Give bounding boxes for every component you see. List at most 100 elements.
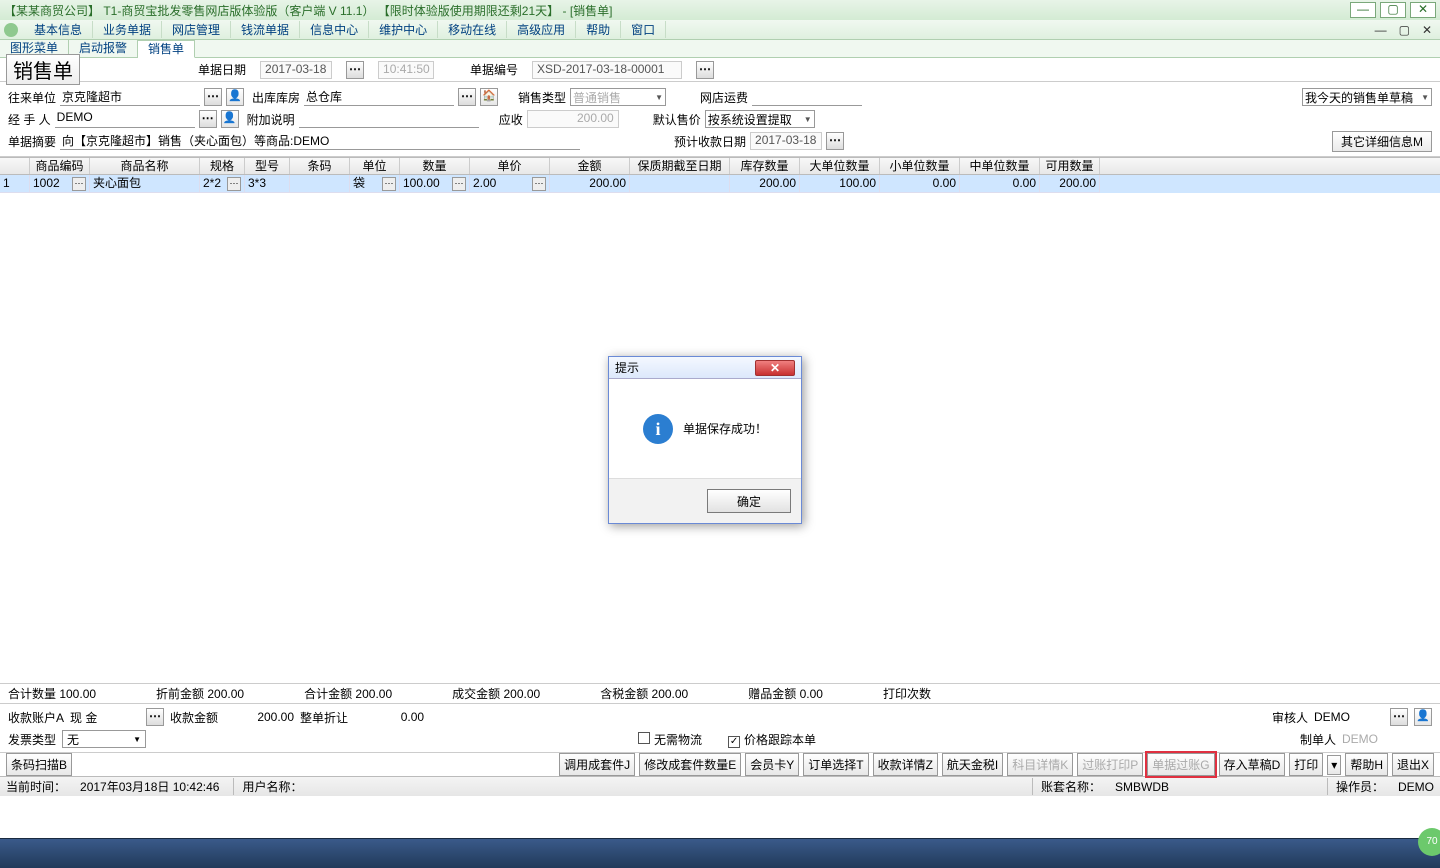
save-draft-button[interactable]: 存入草稿D: [1219, 753, 1286, 776]
tax-button[interactable]: 航天金税I: [942, 753, 1003, 776]
expectdate-picker-button[interactable]: ⋯: [826, 132, 844, 150]
price-track-checkbox[interactable]: ✓价格跟踪本单: [728, 731, 816, 748]
menu-biz-docs[interactable]: 业务单据: [93, 21, 162, 38]
cell-price[interactable]: 2.00⋯: [470, 175, 550, 193]
payamt-field[interactable]: 200.00: [224, 710, 294, 724]
col-code[interactable]: 商品编码: [30, 158, 90, 174]
warehouse-lookup-button[interactable]: ⋯: [458, 88, 476, 106]
window-maximize-button[interactable]: ▢: [1380, 2, 1406, 18]
my-drafts-combo[interactable]: 我今天的销售单草稿▼: [1302, 88, 1432, 106]
cell-barcode[interactable]: [290, 175, 350, 193]
cell-model[interactable]: 3*3: [245, 175, 290, 193]
customer-lookup-button[interactable]: ⋯: [204, 88, 222, 106]
menu-maintain[interactable]: 维护中心: [369, 21, 438, 38]
doc-no-picker-button[interactable]: ⋯: [696, 61, 714, 79]
spec-lookup-icon[interactable]: ⋯: [227, 177, 241, 191]
saletype-combo[interactable]: 普通销售▼: [570, 88, 666, 106]
dialog-ok-button[interactable]: 确定: [707, 489, 791, 513]
cell-amount[interactable]: 200.00: [550, 175, 630, 193]
doc-no-field[interactable]: XSD-2017-03-18-00001: [532, 61, 682, 79]
col-expiry[interactable]: 保质期截至日期: [630, 158, 730, 174]
os-taskbar[interactable]: [0, 838, 1440, 868]
account-field[interactable]: 现 金: [70, 709, 140, 726]
cell-unit[interactable]: 袋⋯: [350, 175, 400, 193]
menu-advanced[interactable]: 高级应用: [507, 21, 576, 38]
menu-info-center[interactable]: 信息中心: [300, 21, 369, 38]
auditor-detail-icon[interactable]: 👤: [1414, 708, 1432, 726]
menu-shop[interactable]: 网店管理: [162, 21, 231, 38]
other-detail-button[interactable]: 其它详细信息M: [1332, 131, 1432, 152]
code-lookup-icon[interactable]: ⋯: [72, 177, 86, 191]
print-dropdown-button[interactable]: ▾: [1327, 755, 1341, 775]
menu-cashflow[interactable]: 钱流单据: [231, 21, 300, 38]
menu-basic-info[interactable]: 基本信息: [24, 21, 93, 38]
use-kit-button[interactable]: 调用成套件J: [559, 753, 635, 776]
col-amount[interactable]: 金额: [550, 158, 630, 174]
col-avail[interactable]: 可用数量: [1040, 158, 1100, 174]
window-close-button[interactable]: ✕: [1410, 2, 1436, 18]
tab-sales-order[interactable]: 销售单: [138, 40, 195, 58]
customer-field[interactable]: 京克隆超市: [60, 88, 200, 106]
col-stock[interactable]: 库存数量: [730, 158, 800, 174]
post-doc-button: 单据过账G: [1147, 753, 1214, 776]
dialog-close-button[interactable]: ✕: [755, 360, 795, 376]
auditor-lookup-button[interactable]: ⋯: [1390, 708, 1408, 726]
warehouse-detail-icon[interactable]: 🏠: [480, 88, 498, 106]
col-name[interactable]: 商品名称: [90, 158, 200, 174]
edit-kit-qty-button[interactable]: 修改成套件数量E: [639, 753, 741, 776]
help-button[interactable]: 帮助H: [1345, 753, 1388, 776]
pay-detail-button[interactable]: 收款详情Z: [873, 753, 938, 776]
col-barcode[interactable]: 条码: [290, 158, 350, 174]
customer-detail-icon[interactable]: 👤: [226, 88, 244, 106]
menu-help[interactable]: 帮助: [576, 21, 621, 38]
menu-window[interactable]: 窗口: [621, 21, 666, 38]
warehouse-field[interactable]: 总仓库: [304, 88, 454, 106]
note-label: 附加说明: [247, 111, 295, 128]
grid-row[interactable]: 1 1002⋯ 夹心面包 2*2⋯ 3*3 袋⋯ 100.00⋯ 2.00⋯ 2…: [0, 175, 1440, 193]
print-button[interactable]: 打印: [1289, 753, 1323, 776]
handler-lookup-button[interactable]: ⋯: [199, 110, 217, 128]
no-logistics-checkbox[interactable]: 无需物流: [638, 731, 702, 748]
auditor-field[interactable]: DEMO: [1314, 710, 1384, 724]
menu-mobile[interactable]: 移动在线: [438, 21, 507, 38]
cell-name[interactable]: 夹心面包: [90, 175, 200, 193]
discount-field[interactable]: 0.00: [354, 710, 424, 724]
window-minimize-button[interactable]: —: [1350, 2, 1376, 18]
col-midunit[interactable]: 中单位数量: [960, 158, 1040, 174]
col-unit[interactable]: 单位: [350, 158, 400, 174]
note-field[interactable]: [299, 110, 479, 128]
cell-spec[interactable]: 2*2⋯: [200, 175, 245, 193]
notification-badge[interactable]: 70: [1418, 828, 1440, 856]
shipfee-field[interactable]: [752, 88, 862, 106]
doc-date-picker-button[interactable]: ⋯: [346, 61, 364, 79]
col-qty[interactable]: 数量: [400, 158, 470, 174]
account-lookup-button[interactable]: ⋯: [146, 708, 164, 726]
expectdate-field[interactable]: 2017-03-18: [750, 132, 822, 150]
col-model[interactable]: 型号: [245, 158, 290, 174]
col-bigunit[interactable]: 大单位数量: [800, 158, 880, 174]
defprice-combo[interactable]: 按系统设置提取▼: [705, 110, 815, 128]
cell-expiry[interactable]: [630, 175, 730, 193]
mdi-minimize-button[interactable]: —: [1371, 23, 1391, 37]
handler-detail-icon[interactable]: 👤: [221, 110, 239, 128]
exit-button[interactable]: 退出X: [1392, 753, 1434, 776]
order-select-button[interactable]: 订单选择T: [803, 753, 868, 776]
handler-field[interactable]: DEMO: [55, 110, 195, 128]
col-price[interactable]: 单价: [470, 158, 550, 174]
col-spec[interactable]: 规格: [200, 158, 245, 174]
cell-qty[interactable]: 100.00⋯: [400, 175, 470, 193]
summary-field[interactable]: 向【京克隆超市】销售（夹心面包）等商品:DEMO: [60, 132, 580, 150]
mdi-close-button[interactable]: ✕: [1418, 23, 1436, 37]
invoice-combo[interactable]: 无▼: [62, 730, 146, 748]
col-index[interactable]: [0, 158, 30, 174]
handler-label: 经 手 人: [8, 111, 51, 128]
cell-code[interactable]: 1002⋯: [30, 175, 90, 193]
barcode-scan-button[interactable]: 条码扫描B: [6, 753, 72, 776]
unit-lookup-icon[interactable]: ⋯: [382, 177, 396, 191]
price-edit-icon[interactable]: ⋯: [532, 177, 546, 191]
qty-edit-icon[interactable]: ⋯: [452, 177, 466, 191]
mdi-maximize-button[interactable]: ▢: [1395, 23, 1414, 37]
col-smallunit[interactable]: 小单位数量: [880, 158, 960, 174]
member-card-button[interactable]: 会员卡Y: [745, 753, 799, 776]
doc-date-field[interactable]: 2017-03-18: [260, 61, 332, 79]
